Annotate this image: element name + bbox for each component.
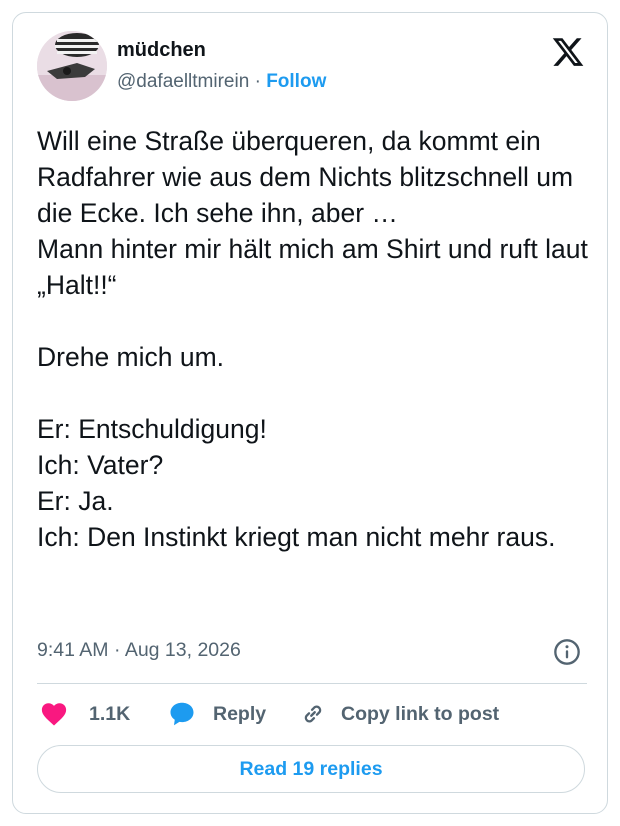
follow-button[interactable]: Follow (266, 71, 326, 92)
tweet-timestamp[interactable]: 9:41 AM · Aug 13, 2026 (37, 639, 241, 662)
tweet-time: 9:41 AM (37, 639, 109, 661)
reply-label: Reply (213, 702, 267, 725)
reply-button[interactable]: Reply (167, 697, 266, 731)
action-bar: 1.1K Reply Copy link to post (37, 697, 597, 731)
heart-icon (41, 703, 67, 726)
read-replies-button[interactable]: Read 19 replies (37, 745, 585, 793)
like-count: 1.1K (89, 702, 131, 725)
author-name[interactable]: müdchen (117, 39, 206, 62)
avatar-image (37, 31, 107, 101)
link-icon (304, 705, 322, 723)
tweet-card: müdchen @dafaelltmirein · Follow Will ei… (12, 12, 608, 814)
author-handle[interactable]: @dafaelltmirein (117, 71, 249, 92)
info-icon[interactable] (553, 638, 581, 666)
tweet-date: Aug 13, 2026 (124, 639, 241, 661)
copy-link-button[interactable]: Copy link to post (299, 697, 499, 731)
tweet-text: Will eine Straße überqueren, da kommt ei… (37, 126, 588, 552)
x-logo-icon[interactable] (551, 35, 585, 69)
like-button[interactable]: 1.1K (39, 697, 130, 731)
reply-bubble-icon (170, 702, 194, 726)
timestamp-separator: · (113, 639, 121, 661)
avatar[interactable] (37, 31, 107, 101)
divider (37, 683, 587, 684)
copy-link-label: Copy link to post (341, 702, 500, 725)
handle-row: @dafaelltmirein · Follow (117, 71, 326, 93)
handle-separator: · (254, 71, 261, 92)
